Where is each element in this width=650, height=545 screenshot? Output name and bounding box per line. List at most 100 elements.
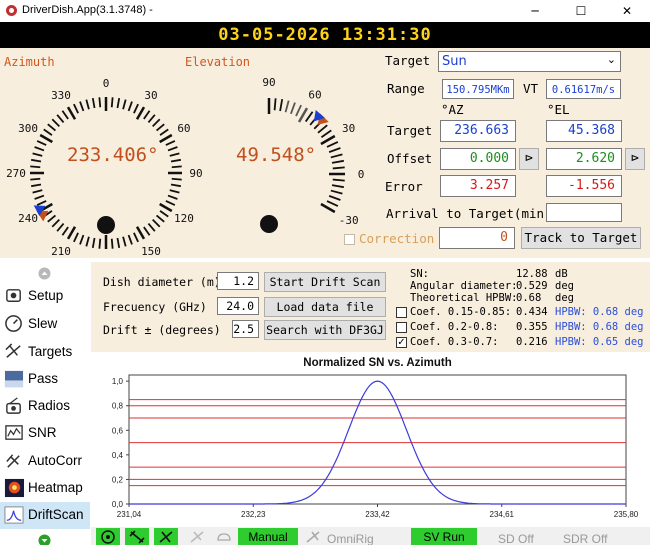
elevation-tick	[279, 98, 284, 112]
azimuth-tick	[66, 226, 77, 240]
utc-clock: 03-05-2026 13:31:30	[0, 22, 650, 48]
coef-2-8-label: Coef. 0.2-0.8:	[410, 321, 499, 333]
sidebar-item-pass[interactable]: Pass	[0, 366, 90, 393]
drift-label: Drift ± (degrees)	[103, 323, 221, 337]
frequency-label: Frecuency (GHz)	[103, 300, 207, 314]
error-el-field: -1.556	[546, 175, 622, 197]
slew-icon	[5, 315, 22, 332]
frequency-field[interactable]: 24.0	[217, 297, 259, 315]
sidebar-item-setup[interactable]: Setup	[0, 283, 90, 310]
sidebar-item-autocorr[interactable]: AutoCorr	[0, 448, 90, 475]
tracking-panel: Azimuth Elevation 0306090120150180210240…	[0, 48, 650, 258]
status-bar: Manual OmniRig SV Run SD Off SDR Off	[91, 527, 650, 545]
azimuth-tick	[127, 101, 133, 112]
sv-run-button[interactable]: SV Run	[411, 528, 477, 545]
azimuth-tick	[133, 232, 139, 243]
elevation-tick	[284, 100, 290, 113]
theoretical-hpbw-label: Theoretical HPBW:	[410, 292, 518, 304]
sidebar-item-heatmap[interactable]: Heatmap	[0, 475, 90, 502]
azimuth-tick-label: 300	[18, 122, 38, 135]
sidebar-item-label: Slew	[28, 316, 58, 331]
x-tick-label: 233,42	[365, 510, 390, 519]
azimuth-tick	[56, 114, 65, 124]
azimuth-center-knob	[97, 216, 115, 234]
offset-az-apply-button[interactable]: ⊳	[519, 148, 539, 170]
azimuth-tick	[56, 222, 65, 232]
sidebar-item-label: AutoCorr	[28, 453, 83, 468]
track-to-target-button[interactable]: Track to Target	[521, 227, 641, 249]
coef-15-85-checkbox[interactable]	[396, 307, 407, 318]
tracking-status-icon[interactable]	[154, 528, 178, 545]
maximize-button[interactable]: ☐	[558, 0, 604, 22]
sidebar-item-snr[interactable]: SNR	[0, 420, 90, 447]
sidebar-item-driftscan[interactable]: DriftScan	[0, 502, 90, 529]
offset-row-label: Offset	[387, 151, 433, 166]
offset-el-apply-button[interactable]: ⊳	[625, 148, 645, 170]
scroll-up-icon[interactable]	[38, 267, 51, 280]
coef-2-8-checkbox[interactable]	[396, 322, 407, 333]
correction-checkbox[interactable]	[344, 234, 355, 245]
scroll-down-icon[interactable]	[38, 534, 51, 545]
x-tick-label: 235,80	[614, 510, 639, 519]
dish-diameter-field[interactable]: 1.2	[217, 272, 259, 290]
azimuth-tick	[85, 236, 90, 247]
coef-3-7-label: Coef. 0.3-0.7:	[410, 336, 499, 348]
elevation-tick	[331, 159, 345, 164]
azimuth-tick	[34, 146, 45, 152]
vt-field: 0.61617m/s	[546, 79, 621, 99]
target-select[interactable]: Sun ⌄	[438, 51, 621, 72]
azimuth-tick	[167, 146, 178, 152]
sidebar-item-radios[interactable]: Radios	[0, 393, 90, 420]
azimuth-tick	[30, 177, 41, 181]
sidebar-item-targets[interactable]: Targets	[0, 339, 90, 366]
dish-diameter-label: Dish diameter (m)	[103, 275, 221, 289]
x-tick-label: 231,04	[117, 510, 142, 519]
azimuth-tick	[91, 237, 96, 249]
load-data-file-button[interactable]: Load data file	[264, 297, 386, 317]
sidebar-item-label: Setup	[28, 288, 64, 303]
close-button[interactable]: ✕	[604, 0, 650, 22]
azimuth-tick	[30, 183, 42, 188]
sidebar-item-label: Pass	[28, 371, 59, 386]
start-drift-scan-button[interactable]: Start Drift Scan	[264, 272, 386, 292]
minimize-button[interactable]: ─	[512, 0, 558, 22]
elevation-tick	[326, 141, 339, 148]
azimuth-tick	[147, 222, 156, 232]
error-az-field: 3.257	[440, 175, 516, 197]
azimuth-tick	[167, 194, 178, 200]
sidebar-item-label: SNR	[28, 425, 57, 440]
sidebar-item-label: Targets	[28, 344, 73, 359]
azimuth-tick	[152, 118, 161, 127]
coef-3-7-checkbox[interactable]: ✓	[396, 337, 407, 348]
el-header: °EL	[547, 102, 570, 117]
satellite-status-icon[interactable]	[125, 528, 149, 545]
offset-el-field[interactable]: 2.620	[546, 148, 622, 170]
drift-field[interactable]: 2.5	[232, 320, 259, 338]
azimuth-tick-label: 210	[51, 245, 71, 258]
azimuth-tick	[127, 234, 133, 245]
offset-az-field[interactable]: 0.000	[440, 148, 516, 170]
azimuth-tick	[170, 183, 182, 188]
azimuth-tick	[34, 194, 45, 200]
azimuth-tick	[116, 97, 121, 109]
sdr-off-button[interactable]: SDR Off	[563, 532, 607, 545]
arrival-label: Arrival to Target(min)	[386, 206, 552, 221]
sidebar-item-slew[interactable]: Slew	[0, 311, 90, 338]
rotor-status-icon[interactable]	[96, 528, 120, 545]
title-bar: DriverDish.App(3.1.3748) - ─ ☐ ✕	[0, 0, 650, 22]
target-el-field: 45.368	[546, 120, 622, 142]
sn-unit: dB	[555, 268, 568, 280]
manual-button[interactable]: Manual	[238, 528, 298, 545]
disabled-satellite-icon	[190, 531, 204, 543]
coef-3-7-value: 0.216	[516, 336, 548, 348]
search-df3gj-button[interactable]: Search with DF3GJ	[264, 320, 386, 340]
correction-field[interactable]: 0	[439, 227, 515, 249]
omnirig-icon	[306, 531, 320, 543]
sd-off-button[interactable]: SD Off	[498, 532, 534, 545]
azimuth-tick	[143, 226, 151, 236]
az-header: °AZ	[441, 102, 464, 117]
azimuth-tick-label: 240	[18, 212, 38, 225]
sn-label: SN:	[410, 268, 429, 280]
azimuth-tick-label: 60	[177, 122, 190, 135]
omnirig-label[interactable]: OmniRig	[327, 532, 374, 545]
